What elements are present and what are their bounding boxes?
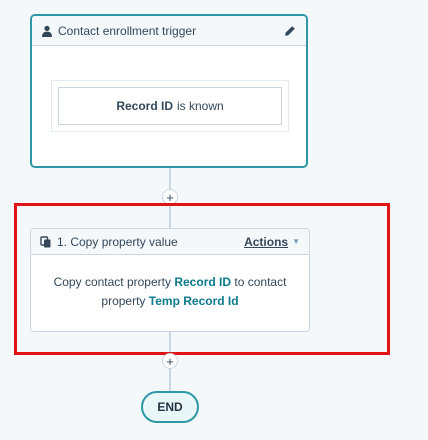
filter-property: Record ID bbox=[116, 99, 173, 113]
filter-operator: is known bbox=[177, 99, 224, 113]
enrollment-trigger-card[interactable]: Contact enrollment trigger Record ID is … bbox=[30, 14, 308, 168]
action-text-1: Copy contact property bbox=[53, 275, 171, 289]
action-description: Copy contact property Record ID to conta… bbox=[43, 273, 297, 311]
trigger-header: Contact enrollment trigger bbox=[32, 16, 306, 46]
plus-icon: + bbox=[166, 353, 174, 369]
end-node: END bbox=[141, 391, 199, 423]
end-label: END bbox=[157, 400, 183, 414]
actions-dropdown-label: Actions bbox=[244, 234, 289, 249]
pencil-icon[interactable] bbox=[284, 25, 296, 37]
actions-dropdown[interactable]: Actions ▼ bbox=[244, 235, 300, 249]
chevron-down-icon: ▼ bbox=[292, 237, 300, 246]
action-header: 1. Copy property value Actions ▼ bbox=[31, 229, 309, 255]
trigger-title: Contact enrollment trigger bbox=[58, 23, 197, 38]
trigger-filter[interactable]: Record ID is known bbox=[58, 87, 282, 125]
copy-property-action-card[interactable]: 1. Copy property value Actions ▼ Copy co… bbox=[30, 228, 310, 332]
person-icon bbox=[41, 25, 53, 37]
target-property[interactable]: Temp Record Id bbox=[149, 294, 239, 308]
add-action-button[interactable]: + bbox=[162, 353, 178, 369]
plus-icon: + bbox=[166, 189, 174, 205]
source-property[interactable]: Record ID bbox=[174, 275, 231, 289]
copy-icon bbox=[40, 235, 52, 248]
add-action-button[interactable]: + bbox=[162, 189, 178, 205]
action-title: 1. Copy property value bbox=[57, 234, 178, 249]
trigger-filter-group: Record ID is known bbox=[51, 80, 289, 132]
